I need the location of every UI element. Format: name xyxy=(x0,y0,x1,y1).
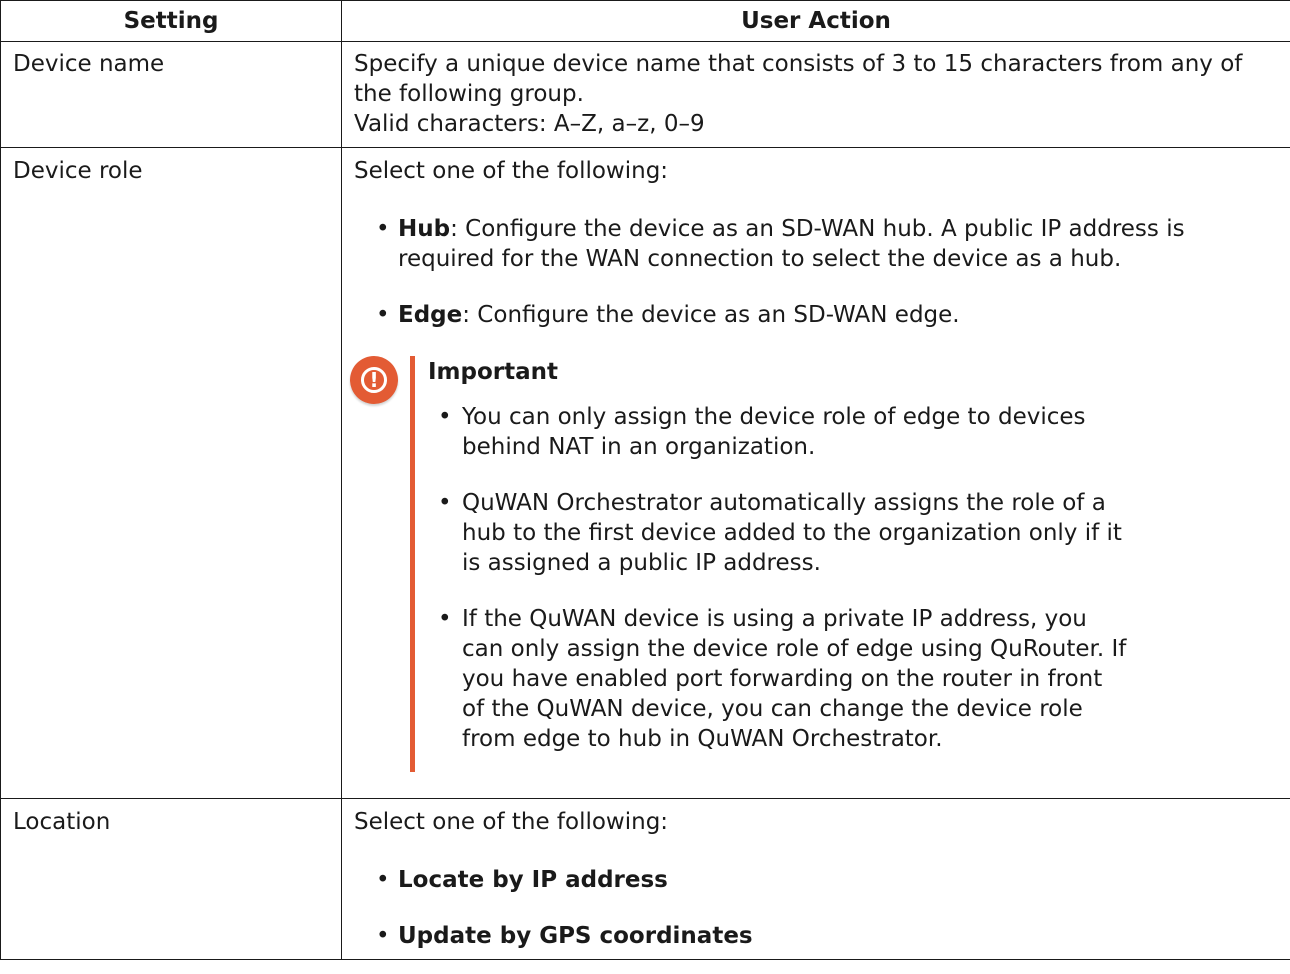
setting-cell: Location xyxy=(0,798,342,960)
list-item: • You can only assign the device role of… xyxy=(428,402,1128,462)
option-description: : Configure the device as an SD-WAN hub.… xyxy=(398,216,1185,272)
table-row: Device role Select one of the following:… xyxy=(0,147,1290,799)
settings-table: Setting User Action Device name Specify … xyxy=(0,0,1290,960)
note-accent-bar xyxy=(410,356,415,772)
important-note: ! Important • You can only assign the de… xyxy=(350,356,1280,772)
device-name-description: Specify a unique device name that consis… xyxy=(354,51,1243,107)
location-option-list: • Locate by IP address • Update by GPS c… xyxy=(354,865,1280,951)
setting-cell: Device name xyxy=(0,41,342,148)
header-user-action: User Action xyxy=(341,0,1290,42)
action-cell: Select one of the following: • Hub: Conf… xyxy=(341,147,1290,799)
bullet-icon: • xyxy=(376,923,390,949)
option-term: Update by GPS coordinates xyxy=(398,923,753,949)
bullet-icon: • xyxy=(376,867,390,893)
intro-text: Select one of the following: xyxy=(354,809,669,835)
valid-characters-text: Valid characters: A–Z, a–z, 0–9 xyxy=(354,111,705,137)
warning-icon: ! xyxy=(350,356,398,404)
bullet-icon: • xyxy=(438,490,452,516)
bullet-icon: • xyxy=(376,216,390,242)
option-description: : Configure the device as an SD-WAN edge… xyxy=(462,302,960,328)
note-text: You can only assign the device role of e… xyxy=(462,404,1086,460)
note-list: • You can only assign the device role of… xyxy=(428,402,1128,754)
intro-text: Select one of the following: xyxy=(354,158,669,184)
action-cell: Select one of the following: • Locate by… xyxy=(341,798,1290,960)
table-row: Device name Specify a unique device name… xyxy=(0,41,1290,148)
bullet-icon: • xyxy=(438,404,452,430)
exclamation-mark: ! xyxy=(369,368,379,392)
option-term: Locate by IP address xyxy=(398,867,668,893)
table-row: Location Select one of the following: • … xyxy=(0,798,1290,960)
list-item: • Edge: Configure the device as an SD-WA… xyxy=(354,300,1280,330)
list-item: • Hub: Configure the device as an SD-WAN… xyxy=(354,214,1280,274)
list-item: • Update by GPS coordinates xyxy=(354,921,1280,951)
note-text: QuWAN Orchestrator automatically assigns… xyxy=(462,490,1122,576)
action-cell: Specify a unique device name that consis… xyxy=(341,41,1290,148)
note-text: If the QuWAN device is using a private I… xyxy=(462,606,1127,752)
option-term: Hub xyxy=(398,216,451,242)
note-title: Important xyxy=(428,359,559,385)
list-item: • If the QuWAN device is using a private… xyxy=(428,604,1128,754)
list-item: • QuWAN Orchestrator automatically assig… xyxy=(428,488,1128,578)
setting-cell: Device role xyxy=(0,147,342,799)
header-setting: Setting xyxy=(0,0,342,42)
bullet-icon: • xyxy=(438,606,452,632)
bullet-icon: • xyxy=(376,302,390,328)
table-header-row: Setting User Action xyxy=(0,0,1290,42)
role-option-list: • Hub: Configure the device as an SD-WAN… xyxy=(354,214,1280,330)
option-term: Edge xyxy=(398,302,463,328)
list-item: • Locate by IP address xyxy=(354,865,1280,895)
